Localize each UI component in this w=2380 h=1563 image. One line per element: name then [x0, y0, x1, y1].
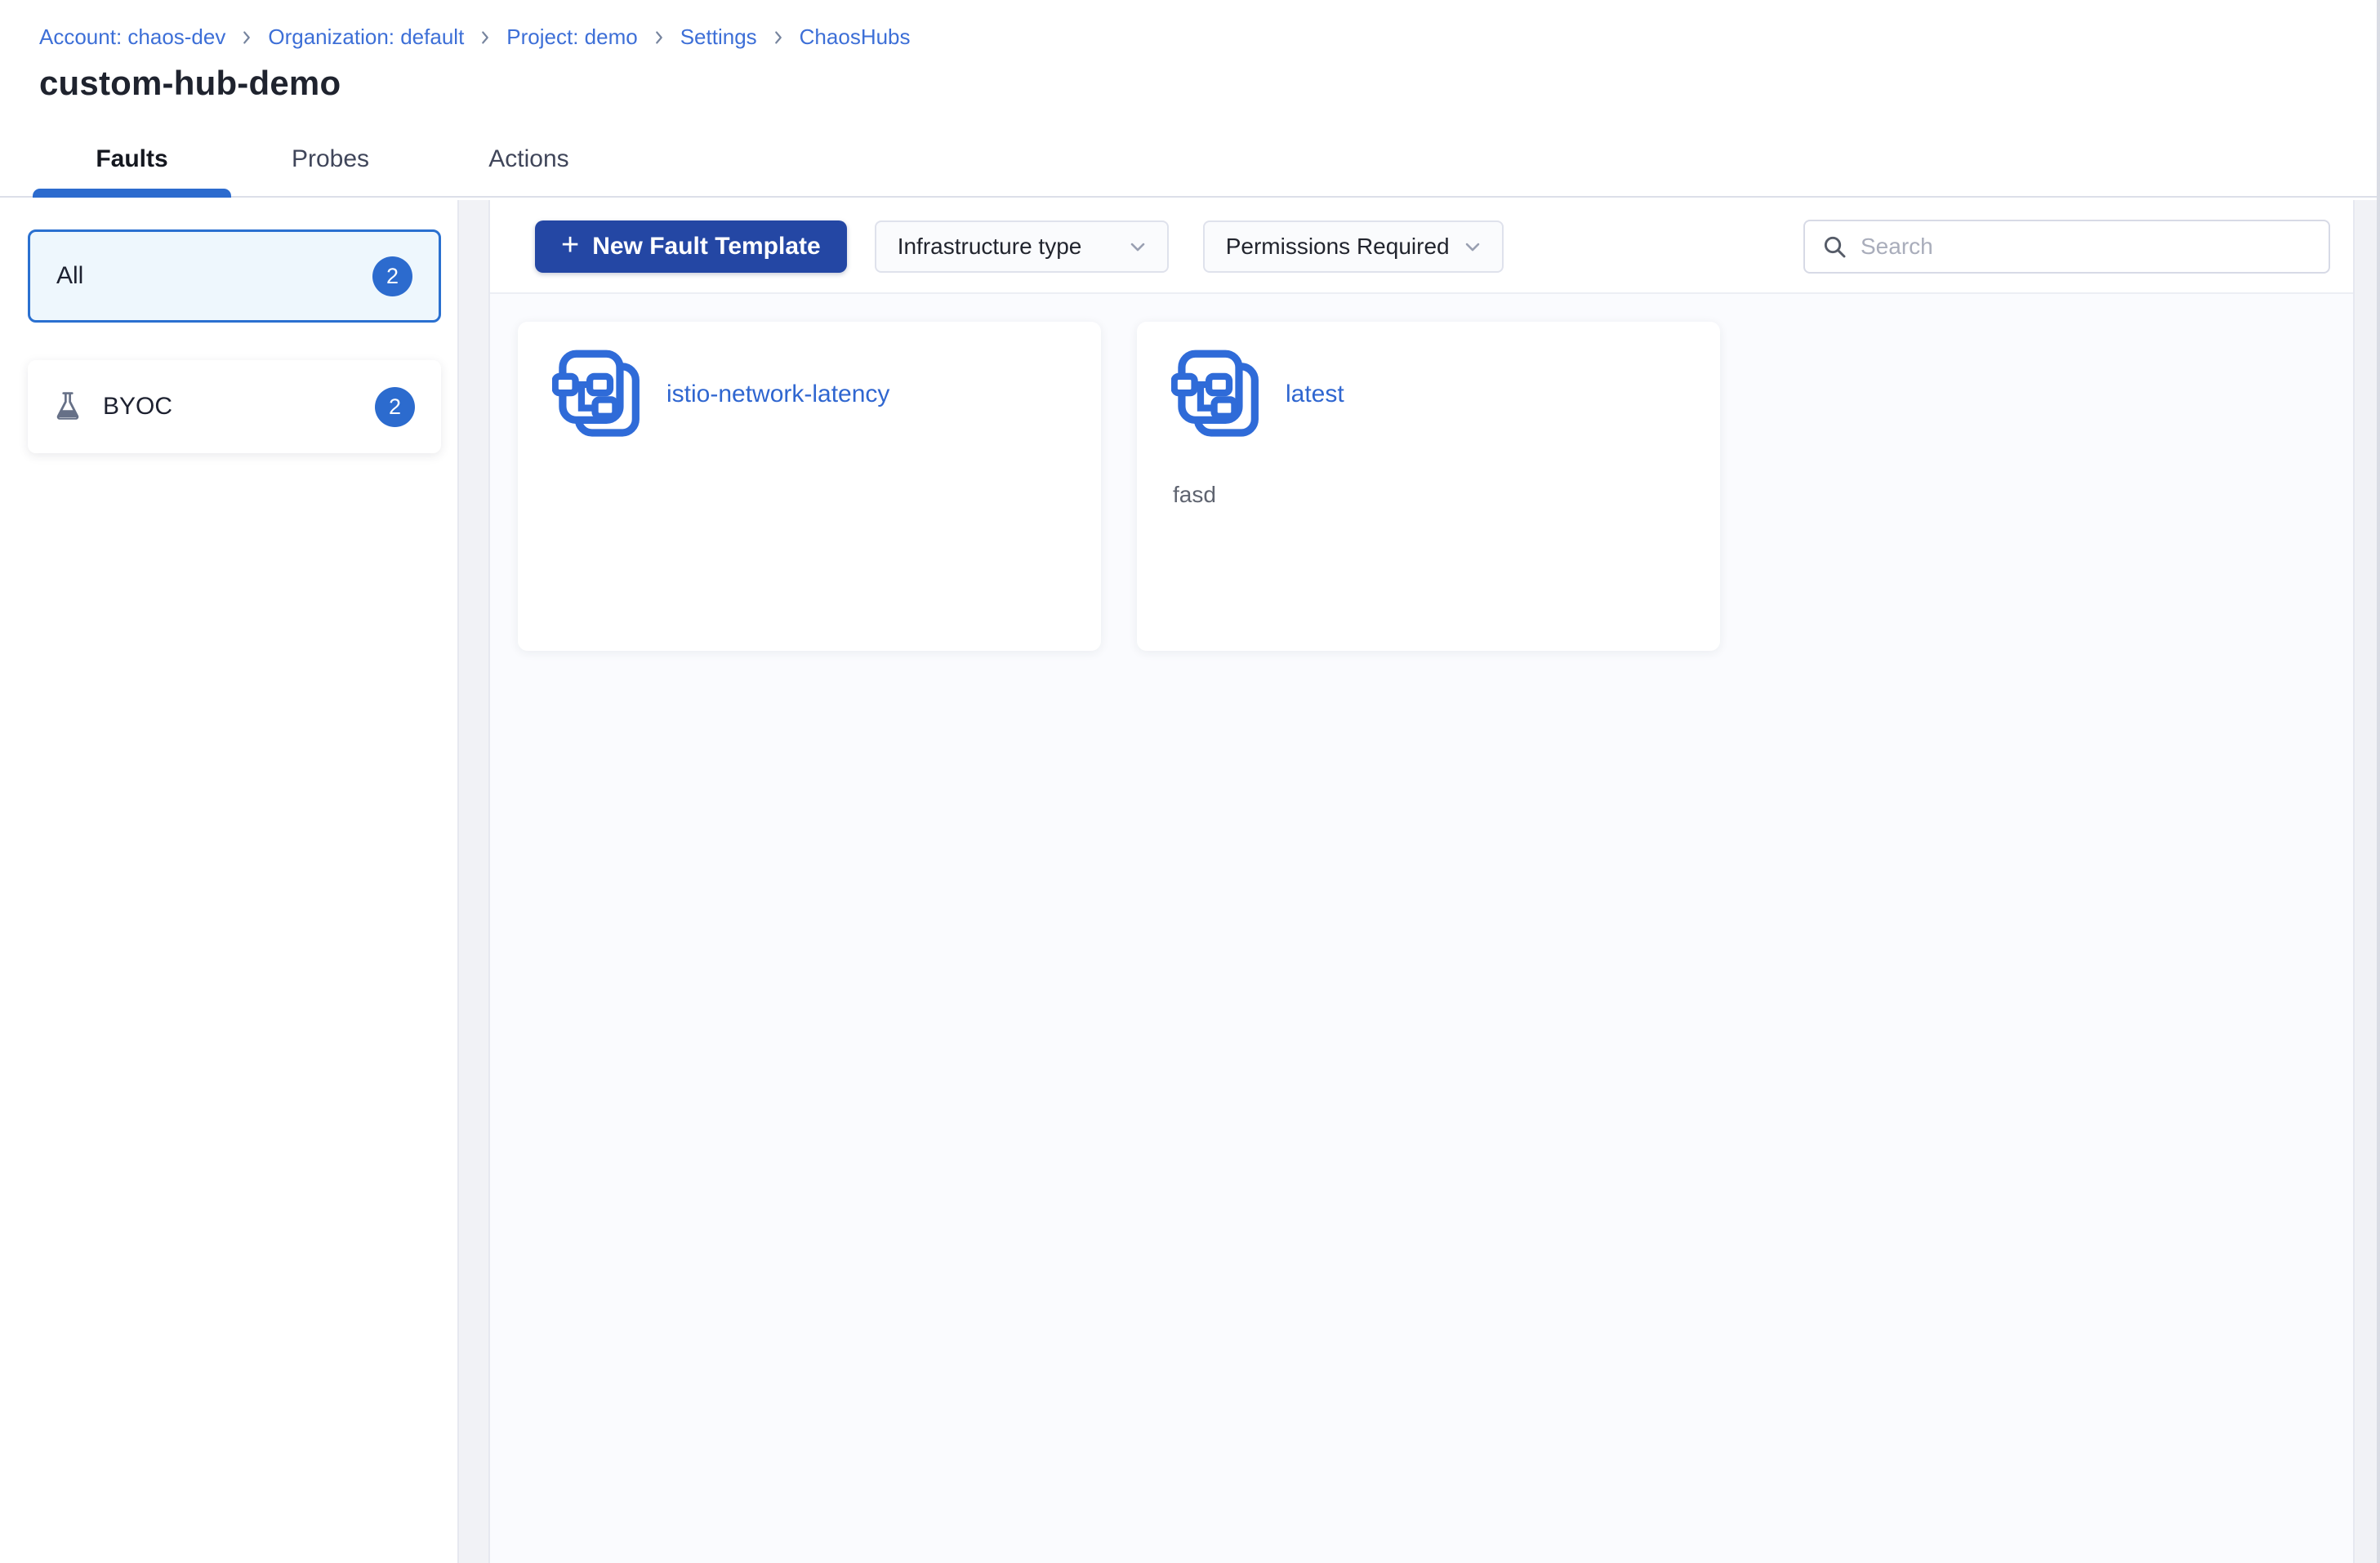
search-input[interactable] — [1861, 233, 2312, 260]
chevron-right-icon — [476, 29, 494, 47]
fault-template-title-link[interactable]: istio-network-latency — [666, 381, 889, 408]
search-box — [1803, 219, 2330, 274]
fault-template-description: fasd — [1173, 482, 1216, 507]
dropdown-label: Infrastructure type — [897, 233, 1082, 259]
filter-sidebar: All 2 BYOC 2 — [0, 200, 459, 1563]
filter-label: BYOC — [103, 393, 173, 420]
tab-probes[interactable]: Probes — [231, 122, 430, 196]
fault-template-title-link[interactable]: latest — [1286, 381, 1344, 408]
filter-label: All — [56, 262, 84, 289]
dropdown-label: Permissions Required — [1225, 233, 1450, 259]
permissions-required-dropdown[interactable]: Permissions Required — [1202, 220, 1504, 273]
breadcrumb-account-link[interactable]: Account: chaos-dev — [39, 24, 225, 50]
search-icon — [1824, 236, 1846, 257]
tab-bar: Faults Probes Actions — [0, 122, 2380, 198]
breadcrumb-project-link[interactable]: Project: demo — [506, 24, 637, 50]
fault-template-grid: istio-network-latency latest fasd — [490, 294, 2353, 1563]
workspace: All 2 BYOC 2 + New Fault Template Infras… — [0, 200, 2380, 1563]
fault-template-card[interactable]: latest fasd — [1137, 322, 1720, 651]
fault-template-description — [554, 482, 1068, 510]
new-fault-template-button[interactable]: + New Fault Template — [535, 220, 847, 273]
panel-gap — [459, 200, 488, 1563]
breadcrumb: Account: chaos-dev Organization: default… — [39, 24, 2341, 50]
infrastructure-type-dropdown[interactable]: Infrastructure type — [874, 220, 1169, 273]
card-header: istio-network-latency — [550, 345, 1068, 444]
count-badge: 2 — [372, 256, 412, 296]
chevron-right-icon — [238, 29, 256, 47]
page-header: Account: chaos-dev Organization: default… — [0, 0, 2380, 103]
sidebar-item-all[interactable]: All 2 — [28, 229, 441, 323]
fault-template-icon — [1170, 345, 1269, 444]
chevron-right-icon — [769, 29, 787, 47]
count-badge: 2 — [375, 386, 415, 427]
content-panel: + New Fault Template Infrastructure type… — [488, 200, 2355, 1563]
fault-template-icon — [550, 345, 650, 444]
tab-actions[interactable]: Actions — [430, 122, 628, 196]
fault-template-card[interactable]: istio-network-latency — [518, 322, 1101, 651]
chevron-down-icon — [1126, 235, 1149, 258]
breadcrumb-organization-link[interactable]: Organization: default — [268, 24, 464, 50]
tab-faults[interactable]: Faults — [33, 122, 231, 198]
page-title: custom-hub-demo — [39, 64, 341, 102]
chevron-right-icon — [650, 29, 668, 47]
new-fault-template-label: New Fault Template — [592, 232, 821, 260]
window-scrollbar[interactable] — [2377, 0, 2380, 1563]
sidebar-item-byoc[interactable]: BYOC 2 — [28, 360, 441, 453]
plus-icon: + — [561, 228, 580, 262]
toolbar: + New Fault Template Infrastructure type… — [490, 200, 2353, 294]
breadcrumb-chaoshubs-link[interactable]: ChaosHubs — [800, 24, 911, 50]
card-header: latest — [1170, 345, 1687, 444]
flask-icon — [54, 390, 82, 423]
breadcrumb-settings-link[interactable]: Settings — [680, 24, 757, 50]
chevron-down-icon — [1461, 235, 1484, 258]
